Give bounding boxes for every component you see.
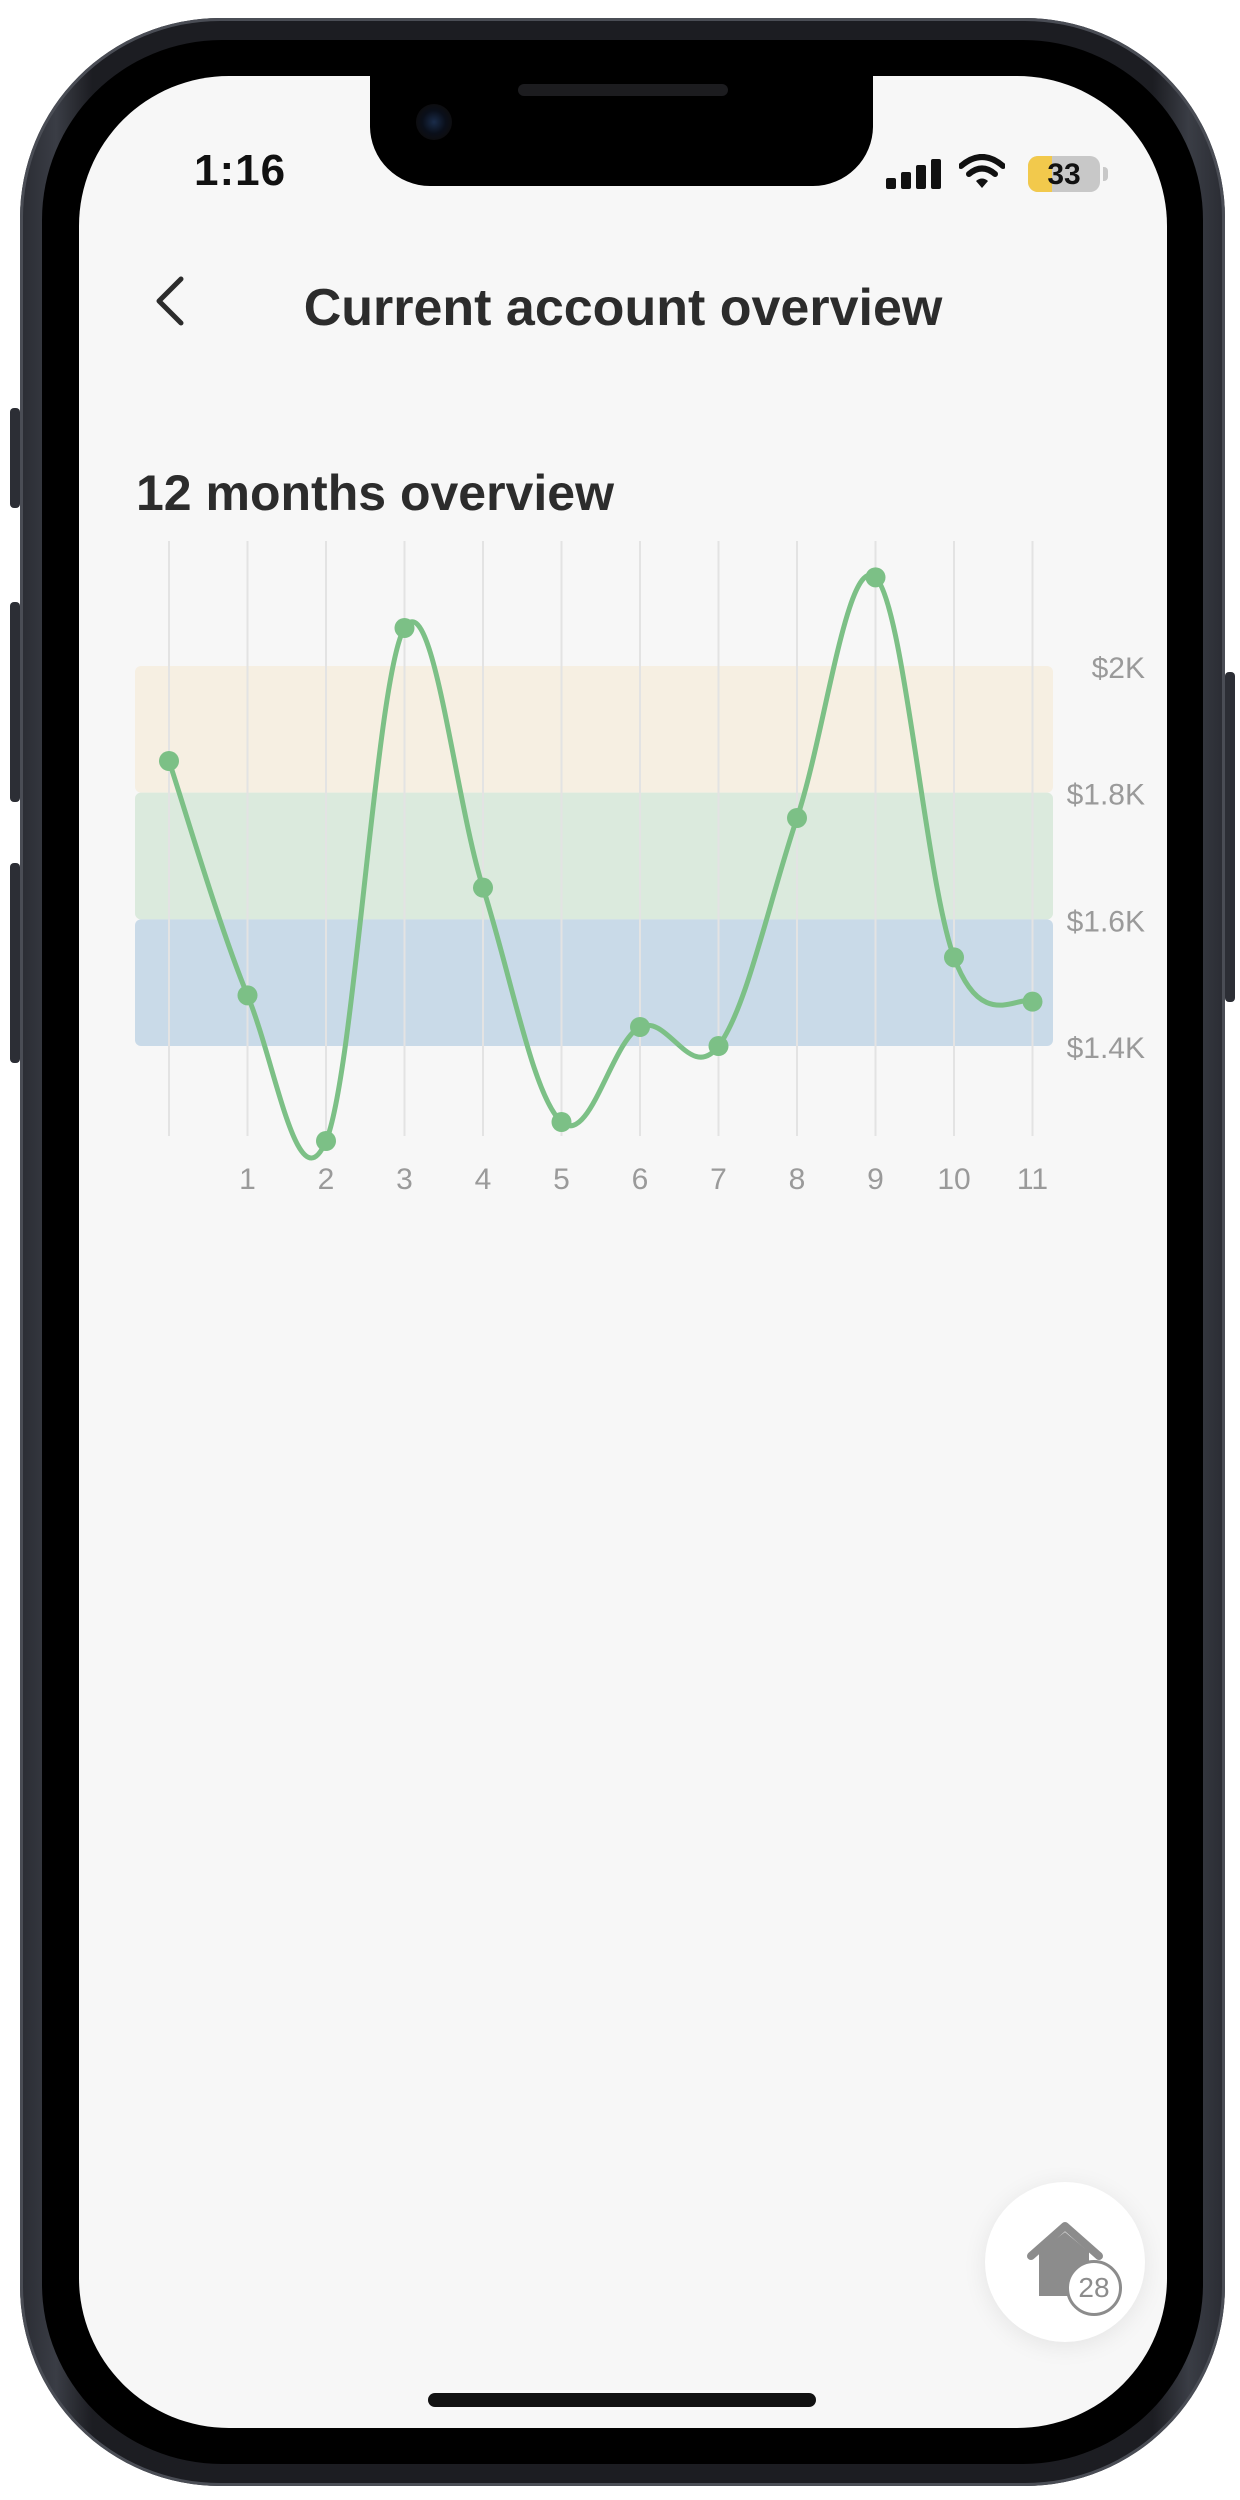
chart-x-tick-label: 3 — [396, 1163, 413, 1196]
chart-point — [551, 1112, 572, 1132]
chart-point — [473, 877, 493, 898]
chart-point — [394, 618, 415, 638]
chart-point — [1022, 991, 1043, 1012]
home-icon — [1027, 2222, 1103, 2296]
chart-point — [630, 1017, 650, 1037]
chart-point — [865, 567, 886, 588]
chart-x-tick-label: 5 — [553, 1163, 570, 1196]
screen: 1:16 33 Current account overview 12 mont… — [79, 76, 1167, 2428]
volume-up-button — [10, 602, 20, 802]
chart-point — [944, 947, 964, 968]
chart-x-tick-label: 10 — [937, 1163, 970, 1196]
chart-band-1 — [135, 792, 1053, 920]
chart-y-tick-label: $2K — [1092, 652, 1145, 685]
chart-band-0 — [135, 666, 1053, 793]
chart-x-tick-label: 1 — [239, 1163, 256, 1196]
home-fab-button[interactable]: 28 — [985, 2182, 1145, 2342]
power-button — [1225, 672, 1235, 1002]
volume-down-button — [10, 863, 20, 1063]
phone-frame: 1:16 33 Current account overview 12 mont… — [10, 18, 1235, 2486]
chart-x-tick-label: 4 — [475, 1163, 492, 1196]
chart-y-tick-label: $1.8K — [1067, 779, 1145, 812]
chart-y-tick-label: $1.4K — [1067, 1032, 1145, 1065]
silent-switch — [10, 408, 20, 508]
chart-point — [316, 1131, 336, 1151]
chart-x-tick-label: 8 — [789, 1163, 806, 1196]
fab-badge: 28 — [1066, 2260, 1122, 2316]
chart-x-tick-label: 6 — [632, 1163, 649, 1196]
chart-point — [237, 985, 258, 1006]
chart-x-tick-label: 7 — [710, 1163, 727, 1196]
overview-chart: $2K $1.8K $1.6K $1.4K 1 2 3 4 5 6 7 8 9 10 11 — [135, 541, 1145, 1196]
chart-point — [708, 1036, 729, 1056]
chart-x-tick-label: 2 — [318, 1163, 335, 1196]
chart-band-2 — [135, 919, 1053, 1046]
chart-x-tick-label: 9 — [867, 1163, 884, 1196]
chart-y-tick-label: $1.6K — [1067, 905, 1145, 938]
chart-x-tick-label: 11 — [1017, 1163, 1048, 1196]
home-indicator — [428, 2393, 816, 2407]
chart-point — [159, 751, 179, 771]
chart-point — [787, 808, 807, 828]
